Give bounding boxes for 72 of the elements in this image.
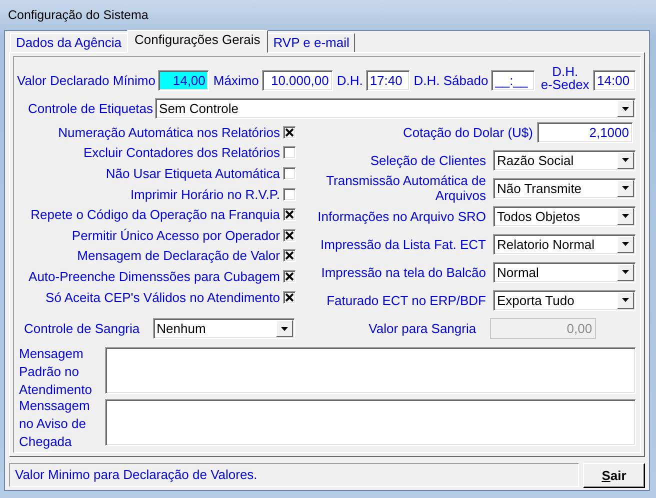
field-label: Informações no Arquivo SRO xyxy=(316,208,486,224)
window-title: Configuração do Sistema xyxy=(7,7,150,24)
option-label: Mensagem de Declaração de Valor xyxy=(77,248,280,264)
exit-button[interactable]: Sair xyxy=(583,462,645,488)
text-area[interactable] xyxy=(105,399,636,446)
field-label: Cotação do Dolar (U$) xyxy=(402,125,533,140)
text-area[interactable] xyxy=(105,347,636,394)
input-field[interactable]: 14:00 xyxy=(593,70,636,90)
checkbox[interactable] xyxy=(283,166,296,180)
field-label: Controle de Etiquetas xyxy=(28,101,154,116)
checkbox[interactable] xyxy=(283,228,296,242)
field-label: Mensagem Padrão no Atendimento xyxy=(19,345,93,394)
input-field[interactable]: __:__ xyxy=(491,70,536,90)
caret-icon xyxy=(622,158,629,162)
option-label: Permitir Único Acesso por Operador xyxy=(72,228,280,243)
field-label: Seleção de Clientes xyxy=(369,152,486,168)
dropdown-button[interactable] xyxy=(617,264,634,280)
checkbox[interactable] xyxy=(283,146,296,160)
input-field[interactable]: 2,1000 xyxy=(537,122,633,143)
dropdown[interactable]: Exporta Tudo xyxy=(493,290,636,310)
field-label: Valor para Sangria xyxy=(368,321,476,336)
checkbox[interactable] xyxy=(283,270,296,283)
field-label: D.H. e-Sedex xyxy=(540,65,590,91)
option-label: Auto-Preenche Dimenssões para Cubagem xyxy=(28,268,280,284)
dropdown-button[interactable] xyxy=(617,208,634,224)
status-text: Valor Minimo para Declaração de Valores. xyxy=(9,463,579,487)
dropdown[interactable]: Nenhum xyxy=(152,318,295,339)
field-label: Transmissão Automática de Arquivos xyxy=(325,173,486,203)
caret-icon xyxy=(622,106,629,110)
tab[interactable]: Dados da Agência xyxy=(10,33,128,53)
option-label: Só Aceita CEP's Válidos no Atendimento xyxy=(46,290,280,305)
dropdown-button[interactable] xyxy=(617,292,634,308)
dropdown[interactable]: Razão Social xyxy=(493,150,636,170)
caret-icon xyxy=(622,242,629,246)
tab[interactable]: Configurações Gerais xyxy=(126,30,268,53)
checkbox[interactable] xyxy=(283,126,296,139)
option-label: Numeração Automática nos Relatórios xyxy=(58,124,280,140)
field-label: Controle de Sangria xyxy=(24,321,140,336)
input-field[interactable]: 10.000,00 xyxy=(262,70,333,90)
dropdown-button[interactable] xyxy=(276,320,293,337)
tab[interactable]: RVP e e-mail xyxy=(267,33,356,53)
field-label: D.H. xyxy=(336,72,363,88)
option-label: Imprimir Horário no R.V.P. xyxy=(130,186,280,202)
dropdown[interactable]: Sem Controle xyxy=(155,98,636,119)
field-label: Impressão da Lista Fat. ECT xyxy=(320,236,486,252)
field-label: Valor Declarado Mínimo xyxy=(17,72,156,88)
dropdown[interactable]: Relatorio Normal xyxy=(493,234,636,254)
field-label: Máximo xyxy=(213,72,259,88)
input-field[interactable]: 14,00 xyxy=(158,70,210,90)
field-label: Faturado ECT no ERP/BDF xyxy=(326,292,486,308)
caret-icon xyxy=(622,186,629,190)
dropdown[interactable]: Não Transmite xyxy=(493,178,636,198)
field-label: D.H. Sábado xyxy=(414,72,488,88)
checkbox[interactable] xyxy=(283,188,296,201)
checkbox[interactable] xyxy=(283,208,296,222)
dropdown[interactable]: Normal xyxy=(493,262,636,282)
input-field[interactable]: 17:40 xyxy=(366,70,410,90)
checkbox[interactable] xyxy=(283,249,296,262)
option-label: Não Usar Etiqueta Automática xyxy=(106,166,280,181)
caret-icon xyxy=(622,270,629,274)
dropdown[interactable]: Todos Objetos xyxy=(493,206,636,226)
option-label: Excluir Contadores dos Relatórios xyxy=(83,145,280,160)
option-label: Repete o Código da Operação na Franquia xyxy=(30,207,280,222)
dropdown-button[interactable] xyxy=(617,152,634,168)
dropdown-button[interactable] xyxy=(617,100,634,117)
caret-icon xyxy=(622,214,629,218)
dropdown-button[interactable] xyxy=(617,236,634,252)
dropdown-button[interactable] xyxy=(617,180,634,196)
checkbox[interactable] xyxy=(283,290,296,304)
caret-icon xyxy=(622,298,629,302)
field-label: Impressão na tela do Balcão xyxy=(320,264,486,280)
caret-icon xyxy=(280,326,288,330)
